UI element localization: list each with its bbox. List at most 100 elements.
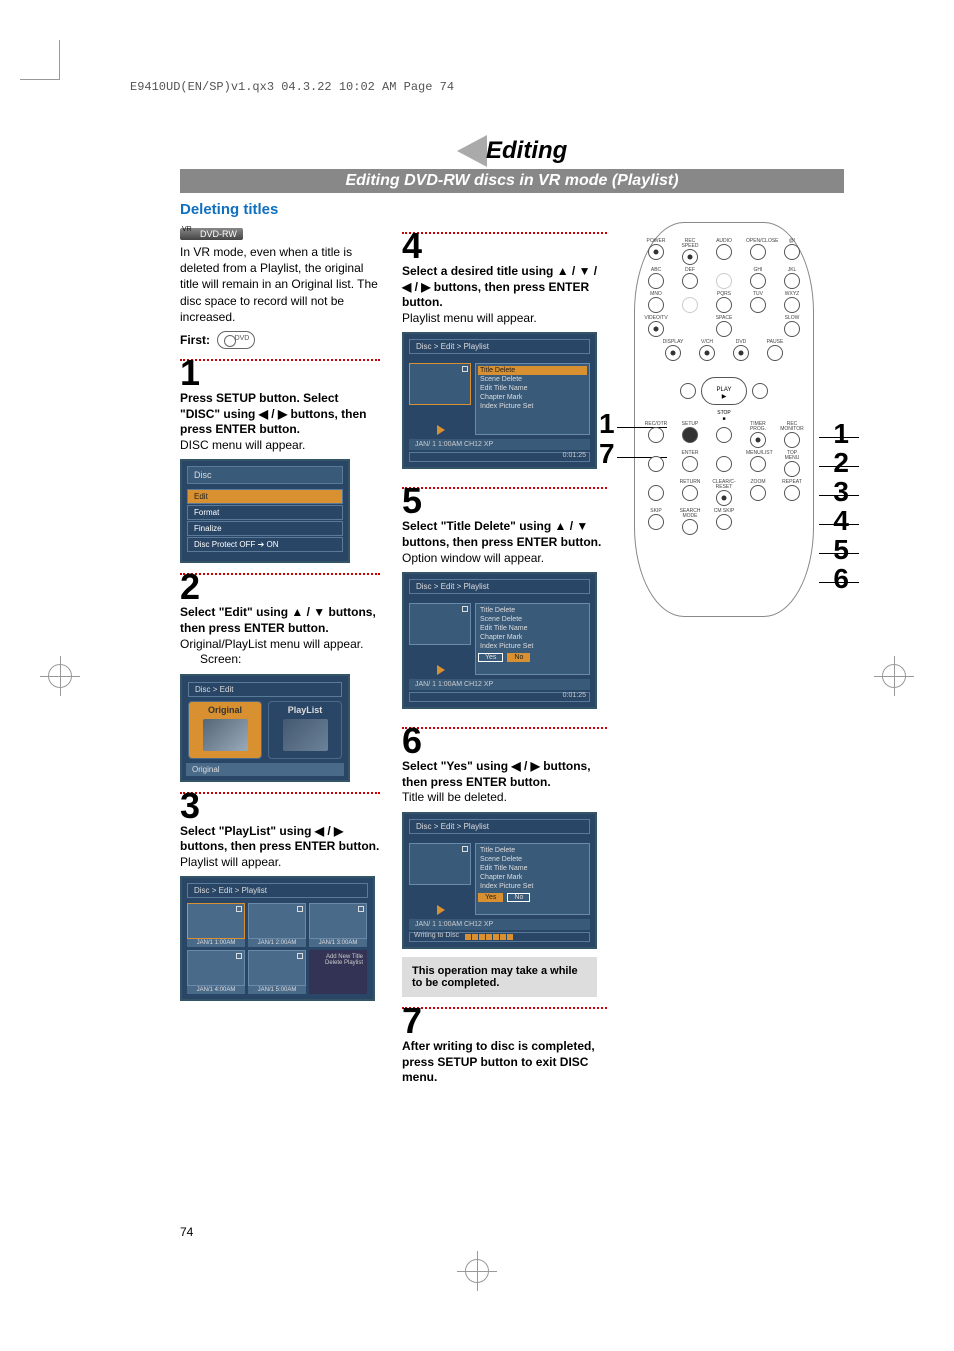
callout-right-2: 2 (833, 449, 849, 477)
no-button: No (507, 653, 530, 662)
hdd-icon (716, 273, 732, 289)
power-icon (648, 244, 664, 260)
play-button-icon: PLAY▶ (701, 377, 747, 405)
thumb-caption: JAN/1 4:00AM (187, 986, 245, 994)
submenu-item: Chapter Mark (478, 633, 587, 642)
num-7-icon (716, 297, 732, 313)
menu-item: Disc Protect OFF ➔ ON (187, 537, 343, 552)
intro-text: In VR mode, even when a title is deleted… (180, 244, 380, 325)
submenu-item: Scene Delete (478, 855, 587, 864)
skip-icon (648, 514, 664, 530)
title-banner: Editing (180, 135, 844, 167)
menu-item: Edit (187, 489, 343, 504)
yes-button: Yes (478, 893, 503, 902)
audio-icon (716, 244, 732, 260)
breadcrumb: Disc > Edit > Playlist (187, 883, 368, 898)
num-9-icon (784, 297, 800, 313)
step-2-text: Original/PlayList menu will appear. (180, 637, 380, 653)
step-6-text: Title will be deleted. (402, 790, 607, 806)
doc-header: E9410UD(EN/SP)v1.qx3 04.3.22 10:02 AM Pa… (130, 80, 454, 94)
callout-right-5: 5 (833, 536, 849, 564)
thumbnail-icon (203, 719, 248, 751)
rec-icon (648, 427, 664, 443)
thumb-caption: JAN/1 1:00AM (187, 939, 245, 947)
thumbnail-icon (187, 950, 245, 986)
vch-icon (699, 345, 715, 361)
submenu-item: Index Picture Set (478, 882, 587, 891)
submenu-item: Chapter Mark (478, 873, 587, 882)
submenu-item: Chapter Mark (478, 393, 587, 402)
btn-label: CLEAR/C-RESET (712, 480, 736, 490)
writing-screenshot: Disc > Edit > Playlist Title Delete Scen… (402, 812, 597, 949)
top-menu-icon (784, 461, 800, 477)
num-5-icon (784, 273, 800, 289)
first-label: First: (180, 333, 210, 347)
video-tv-icon (648, 321, 664, 337)
tab-label: Original (208, 705, 242, 715)
thumbnail-icon (248, 903, 306, 939)
menu-list-icon (750, 456, 766, 472)
submenu-item: Title Delete (478, 366, 587, 375)
num-3-icon (682, 273, 698, 289)
thumbnail-icon (409, 603, 471, 645)
dvd-selector-icon (217, 331, 255, 349)
breadcrumb: Disc > Edit > Playlist (409, 339, 590, 354)
rewind-icon (680, 383, 696, 399)
progress-bar: 0:01:25 (409, 452, 590, 462)
down-icon (648, 485, 664, 501)
subtitle-bar: Editing DVD-RW discs in VR mode (Playlis… (180, 169, 844, 193)
info-bar: JAN/ 1 1:00AM CH12 XP (409, 439, 590, 450)
play-icon (437, 905, 445, 915)
dvd-select-icon (682, 297, 698, 313)
num-2-icon (648, 273, 664, 289)
return-icon (682, 485, 698, 501)
slow-icon (784, 321, 800, 337)
thumbnail-icon (309, 903, 367, 939)
play-icon (437, 425, 445, 435)
step-5-bold: Select "Title Delete" using ▲ / ▼ button… (402, 519, 607, 550)
enter-icon (682, 456, 698, 472)
thumb-caption: JAN/1 5:00AM (248, 986, 306, 994)
step-1-num: 1 (180, 355, 380, 391)
dvd-icon (733, 345, 749, 361)
btn-label: SEARCH MODE (678, 509, 702, 519)
dvd-rw-badge: DVD-RW (180, 228, 243, 240)
num-8-icon (750, 297, 766, 313)
step-3-text: Playlist will appear. (180, 855, 380, 871)
tab-label: PlayList (288, 705, 323, 715)
btn-label: TIMER PROG. (746, 422, 770, 432)
progress-bar: 0:01:25 (409, 692, 590, 702)
callout-right-3: 3 (833, 478, 849, 506)
repeat-icon (784, 485, 800, 501)
play-icon (437, 665, 445, 675)
rec-monitor-icon (784, 432, 800, 448)
info-bar: JAN/ 1 1:00AM CH12 XP (409, 679, 590, 690)
screen-footer: Original (186, 763, 344, 776)
time-label: 0:01:25 (563, 452, 586, 459)
breadcrumb: Disc > Edit (188, 682, 342, 697)
search-mode-icon (682, 519, 698, 535)
step-5-text: Option window will appear. (402, 551, 607, 567)
clear-icon (716, 490, 732, 506)
title-delete-screenshot: Disc > Edit > Playlist Title Delete Scen… (402, 572, 597, 709)
playlist-screenshot: Disc > Edit > Playlist JAN/1 1:00AM JAN/… (180, 876, 375, 1001)
callout-num-7: 7 (599, 440, 615, 468)
disc-menu-screenshot: Disc Edit Format Finalize Disc Protect O… (180, 459, 350, 563)
submenu-item: Title Delete (478, 846, 587, 855)
submenu-item: Scene Delete (478, 615, 587, 624)
rec-speed-icon (682, 249, 698, 265)
thumb-caption: JAN/1 2:00AM (248, 939, 306, 947)
display-icon (665, 345, 681, 361)
step-1-bold: Press SETUP button. Select "DISC" using … (180, 391, 380, 438)
submenu-item: Edit Title Name (478, 624, 587, 633)
cm-skip-icon (716, 514, 732, 530)
step-4-bold: Select a desired title using ▲ / ▼ / ◀ /… (402, 264, 607, 311)
step-2-bold: Select "Edit" using ▲ / ▼ buttons, then … (180, 605, 380, 636)
playlist-menu-screenshot: Disc > Edit > Playlist Title Delete Scen… (402, 332, 597, 469)
playlist-tab: PlayList (268, 701, 342, 759)
yes-button: Yes (478, 653, 503, 662)
breadcrumb: Disc > Edit > Playlist (409, 819, 590, 834)
arrow-left-icon (457, 135, 487, 167)
num-0-icon (716, 321, 732, 337)
step-7-bold: After writing to disc is completed, pres… (402, 1039, 607, 1086)
